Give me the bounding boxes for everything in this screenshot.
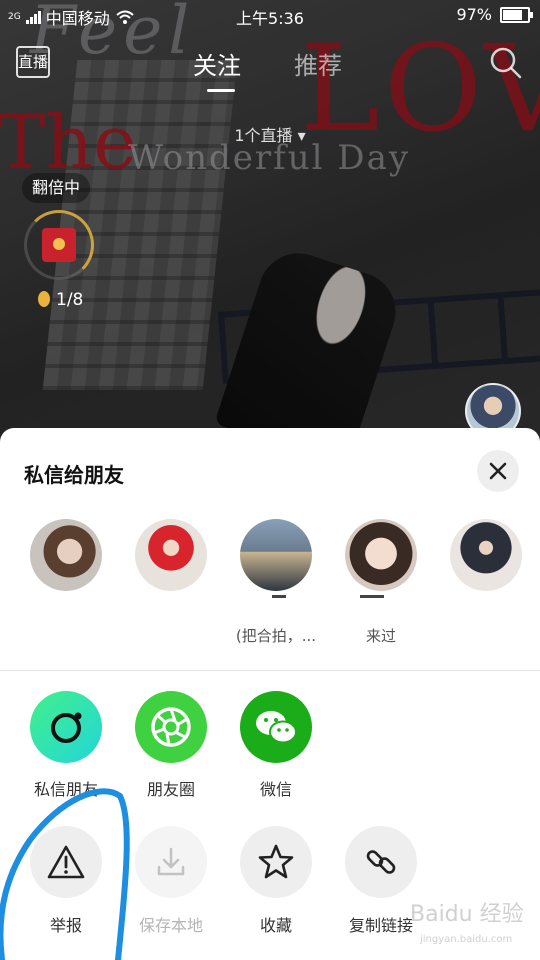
favorite-label: 收藏 — [259, 916, 292, 935]
wechat-icon — [256, 711, 297, 744]
coin-progress: 1/8 — [56, 290, 84, 310]
star-icon — [258, 844, 294, 879]
save-local-label: 保存本地 — [138, 916, 203, 935]
friend-name: 来过 — [365, 627, 396, 645]
download-icon — [157, 847, 185, 876]
save-local-button[interactable] — [135, 826, 207, 898]
report-label: 举报 — [49, 916, 82, 935]
copy-link-button[interactable] — [345, 826, 417, 898]
live-button[interactable]: 直播 — [16, 46, 50, 78]
share-private-message-button[interactable] — [30, 691, 102, 763]
share-sheet: 私信给朋友 (把合拍，... 来过 私信朋友 朋友圈 微信 举报 保存本地 收藏… — [0, 428, 540, 960]
share-wechat-label: 微信 — [259, 780, 292, 799]
tab-follow[interactable]: 关注 — [193, 46, 241, 81]
favorite-button[interactable] — [240, 826, 312, 898]
coin-icon — [38, 291, 50, 307]
warning-icon — [47, 845, 85, 879]
close-icon — [489, 462, 507, 480]
friend-avatar[interactable] — [135, 519, 207, 591]
live-count-dropdown[interactable]: 1个直播 ▾ — [0, 122, 540, 146]
close-button[interactable] — [477, 450, 519, 492]
share-private-message-label: 私信朋友 — [33, 780, 98, 799]
sheet-divider — [0, 670, 540, 671]
friend-avatar[interactable] — [240, 519, 312, 591]
share-moments-label: 朋友圈 — [146, 780, 195, 799]
report-button[interactable] — [30, 826, 102, 898]
battery-icon — [500, 6, 533, 23]
moments-aperture-icon — [151, 707, 191, 747]
friend-name-fragment — [272, 595, 286, 598]
friend-avatar[interactable] — [345, 519, 417, 591]
share-moments-button[interactable] — [135, 691, 207, 763]
link-icon — [366, 850, 396, 874]
friend-avatar[interactable] — [450, 519, 522, 591]
search-icon[interactable] — [489, 46, 523, 80]
watermark-logo: Baidu 经验 — [410, 902, 524, 927]
battery-percent: 97% — [456, 5, 492, 24]
status-bar: 2G 中国移动 上午5:36 97% — [0, 0, 540, 30]
active-tab-indicator — [207, 89, 235, 92]
friend-name-fragment — [360, 595, 384, 598]
friend-avatar[interactable] — [30, 519, 102, 591]
message-bubble-icon — [51, 712, 82, 743]
double-reward-badge[interactable]: 翻倍中 — [22, 173, 91, 203]
redpacket-icon[interactable] — [42, 228, 76, 262]
watermark-url: jingyan.baidu.com — [420, 934, 513, 945]
friend-name: (把合拍，... — [235, 627, 317, 645]
share-wechat-button[interactable] — [240, 691, 312, 763]
tab-recommend[interactable]: 推荐 — [294, 46, 342, 81]
sheet-title: 私信给朋友 — [24, 463, 124, 487]
